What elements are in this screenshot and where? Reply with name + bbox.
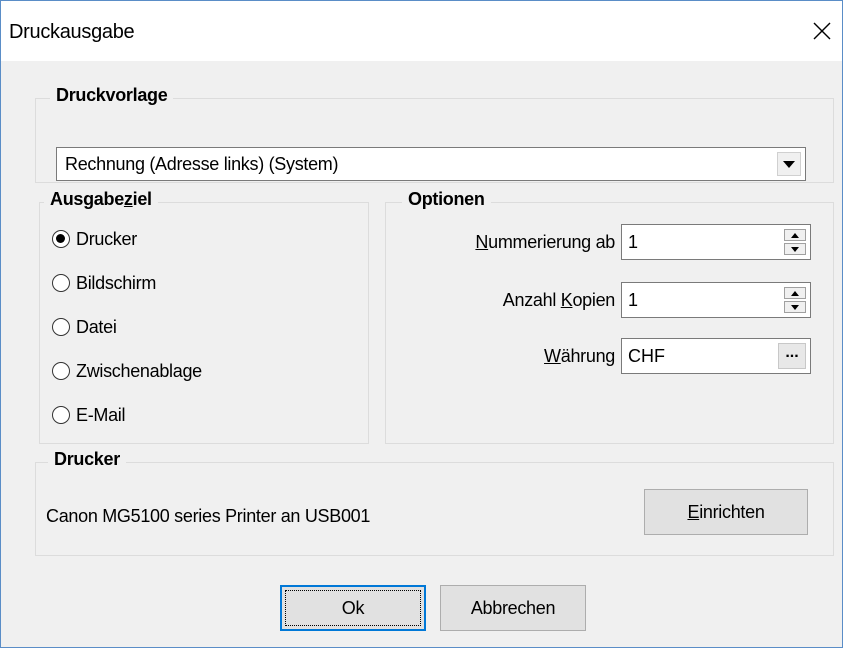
radio-button[interactable] (52, 406, 70, 424)
optionen-group: Optionen Nummerierung ab 1 Anzahl Kopien… (385, 189, 834, 444)
radio-button[interactable] (52, 362, 70, 380)
ausgabeziel-group: Ausgabeziel Drucker Bildschirm Datei Zwi… (39, 189, 369, 444)
einrichten-label: Einrichten (687, 501, 765, 522)
optionen-title: Optionen (402, 189, 491, 210)
ausgabeziel-title: Ausgabeziel (44, 189, 158, 210)
close-icon (813, 22, 831, 40)
cancel-label: Abbrechen (470, 597, 556, 618)
radio-label: Bildschirm (76, 272, 157, 293)
einrichten-button[interactable]: Einrichten (644, 489, 808, 535)
druckvorlage-value: Rechnung (Adresse links) (System) (65, 154, 339, 174)
radio-button[interactable] (52, 318, 70, 336)
nummerierung-value: 1 (628, 232, 639, 252)
kopien-label: Anzahl Kopien (502, 290, 616, 310)
radio-bildschirm[interactable]: Bildschirm (52, 268, 156, 298)
radio-button[interactable] (52, 274, 70, 292)
title-bar: Druckausgabe (1, 1, 842, 61)
radio-drucker[interactable]: Drucker (52, 224, 137, 254)
spin-up-button[interactable] (784, 229, 806, 241)
kopien-value: 1 (628, 290, 639, 310)
chevron-up-icon (791, 290, 799, 296)
nummerierung-input[interactable]: 1 (621, 224, 811, 260)
radio-label: Zwischenablage (76, 360, 202, 381)
radio-button-checked[interactable] (52, 230, 70, 248)
radio-zwischenablage[interactable]: Zwischenablage (52, 356, 202, 386)
kopien-input[interactable]: 1 (621, 282, 811, 318)
close-button[interactable] (802, 11, 842, 51)
druckvorlage-group: Druckvorlage Rechnung (Adresse links) (S… (35, 85, 834, 183)
nummerierung-label: Nummerierung ab (475, 232, 615, 252)
chevron-down-icon (791, 246, 799, 252)
radio-label: Drucker (76, 228, 137, 249)
kopien-spinner[interactable] (784, 287, 806, 313)
combo-dropdown-button[interactable] (777, 152, 801, 176)
radio-email[interactable]: E-Mail (52, 400, 126, 430)
spin-down-button[interactable] (784, 243, 806, 255)
chevron-down-icon (783, 160, 795, 168)
print-dialog: Druckausgabe Druckvorlage Rechnung (Adre… (0, 0, 843, 648)
spin-down-button[interactable] (784, 301, 806, 313)
radio-datei[interactable]: Datei (52, 312, 117, 342)
waehrung-input[interactable]: CHF ... (621, 338, 811, 374)
waehrung-browse-button[interactable]: ... (778, 343, 806, 369)
chevron-down-icon (791, 304, 799, 310)
ok-button[interactable]: Ok (280, 585, 426, 631)
druckvorlage-title: Druckvorlage (50, 85, 174, 106)
radio-label: E-Mail (76, 404, 126, 425)
cancel-button[interactable]: Abbrechen (440, 585, 586, 631)
spin-up-button[interactable] (784, 287, 806, 299)
drucker-title: Drucker (48, 449, 126, 470)
drucker-group: Drucker Canon MG5100 series Printer an U… (35, 449, 834, 556)
chevron-up-icon (791, 232, 799, 238)
radio-label: Datei (76, 316, 117, 337)
dialog-title: Druckausgabe (9, 21, 135, 43)
druckvorlage-combobox[interactable]: Rechnung (Adresse links) (System) (56, 147, 806, 181)
printer-name: Canon MG5100 series Printer an USB001 (46, 506, 371, 526)
waehrung-value: CHF (628, 346, 665, 366)
nummerierung-spinner[interactable] (784, 229, 806, 255)
waehrung-label: Währung (544, 346, 615, 366)
focus-ring (285, 590, 421, 626)
